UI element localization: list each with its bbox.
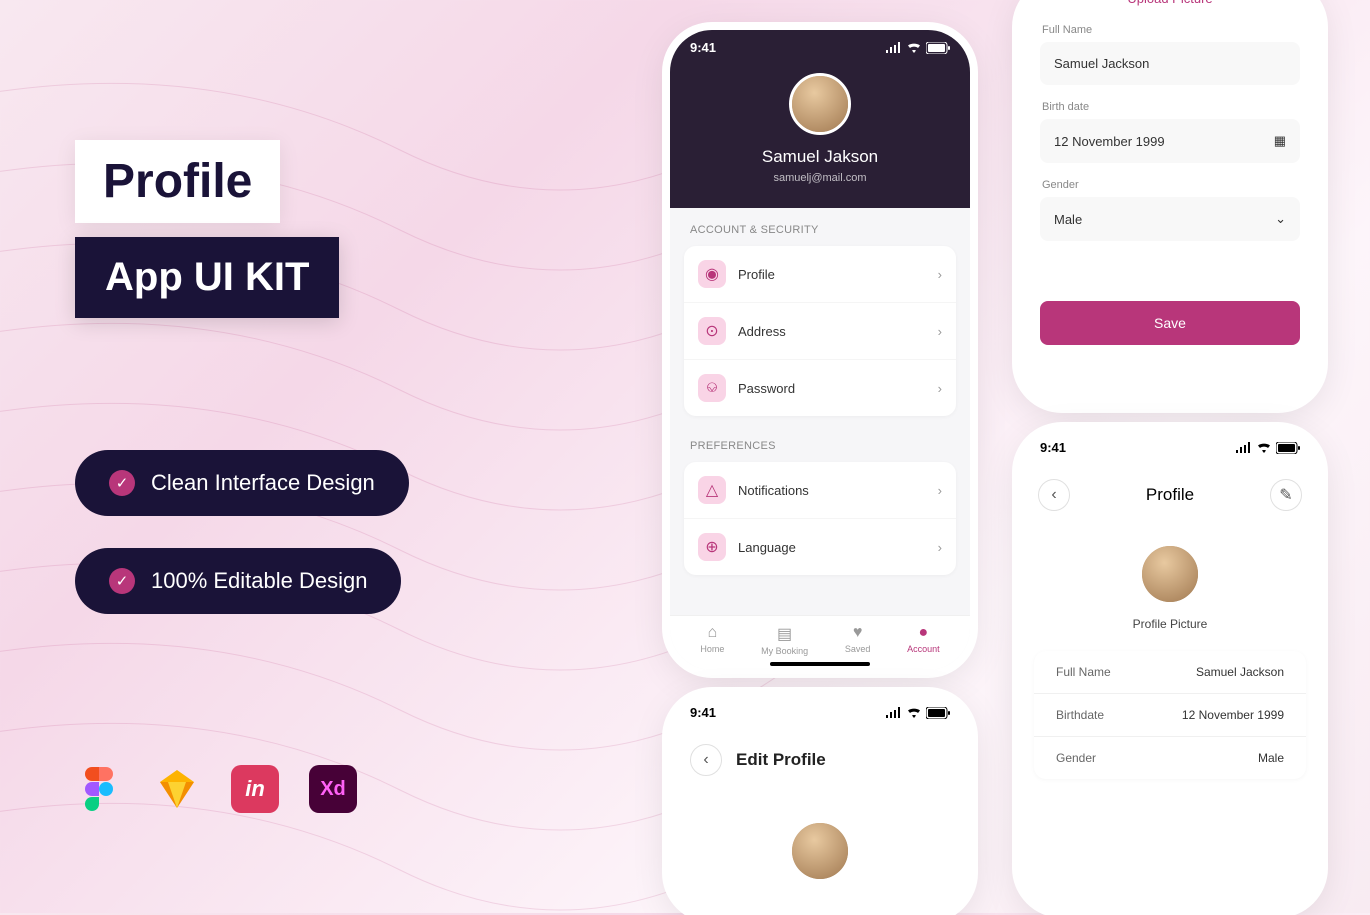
phone-account-screen: 9:41 Samuel Jakson samuelj@mail.com ACCO… [670,30,970,670]
avatar[interactable] [789,820,851,882]
chevron-right-icon: › [938,324,942,339]
status-icons [1235,442,1300,454]
detail-row: Full NameSamuel Jackson [1034,651,1306,693]
edit-button[interactable]: ✎ [1270,479,1302,511]
screen-header: ‹ Profile ✎ [1020,465,1320,525]
tool-icons: in Xd [75,765,357,813]
feature-pills: ✓ Clean Interface Design ✓ 100% Editable… [75,450,409,646]
back-button[interactable]: ‹ [1038,479,1070,511]
feature-text: Clean Interface Design [151,470,375,496]
phone-form-screen: Upload Picture Full Name Samuel Jackson … [1020,0,1320,405]
profile-email: samuelj@mail.com [670,172,970,184]
picture-label: Profile Picture [1020,617,1320,631]
bell-icon: △ [698,476,726,504]
status-bar: 9:41 [670,30,970,65]
status-icons [885,42,950,54]
menu-item-profile[interactable]: ◉Profile› [684,246,956,302]
menu-item-password[interactable]: ⎉Password› [684,359,956,416]
globe-icon: ⊕ [698,533,726,561]
feature-pill: ✓ 100% Editable Design [75,548,401,614]
booking-icon: ▤ [761,624,808,644]
chevron-down-icon: ⌄ [1275,211,1286,227]
invision-icon: in [231,765,279,813]
field-label: Full Name [1020,16,1320,42]
figma-icon [75,765,123,813]
detail-row: Birthdate12 November 1999 [1034,693,1306,736]
status-bar: 9:41 [670,695,970,730]
promo-title-1: Profile [75,140,280,223]
nav-account[interactable]: ●Account [907,624,940,656]
details-card: Full NameSamuel Jackson Birthdate12 Nove… [1034,651,1306,779]
phone-profile-view-screen: 9:41 ‹ Profile ✎ Profile Picture Full Na… [1020,430,1320,910]
feature-text: 100% Editable Design [151,568,367,594]
nav-booking[interactable]: ▤My Booking [761,624,808,656]
gender-select[interactable]: Male⌄ [1040,197,1300,241]
menu-item-language[interactable]: ⊕Language› [684,518,956,575]
profile-header: 9:41 Samuel Jakson samuelj@mail.com [670,30,970,208]
chevron-right-icon: › [938,381,942,396]
status-time: 9:41 [690,40,716,55]
section-title: PREFERENCES [670,424,970,462]
chevron-right-icon: › [938,483,942,498]
screen-title: Edit Profile [736,750,826,770]
xd-icon: Xd [309,765,357,813]
nav-saved[interactable]: ♥Saved [845,624,871,656]
screen-title: Profile [1146,485,1194,505]
avatar[interactable] [1139,543,1201,605]
section-title: ACCOUNT & SECURITY [670,208,970,246]
chevron-right-icon: › [938,267,942,282]
menu-item-address[interactable]: ⊙Address› [684,302,956,359]
pin-icon: ⊙ [698,317,726,345]
lock-icon: ⎉ [698,374,726,402]
fullname-input[interactable]: Samuel Jackson [1040,42,1300,85]
check-icon: ✓ [109,470,135,496]
list-card: △Notifications› ⊕Language› [684,462,956,575]
home-indicator [770,662,870,666]
status-bar: 9:41 [1020,430,1320,465]
phone-edit-profile-screen: 9:41 ‹ Edit Profile [670,695,970,915]
menu-item-notifications[interactable]: △Notifications› [684,462,956,518]
sketch-icon [153,765,201,813]
field-label: Gender [1020,171,1320,197]
calendar-icon: ▦ [1274,133,1286,149]
birthdate-input[interactable]: 12 November 1999▦ [1040,119,1300,163]
profile-name: Samuel Jakson [670,147,970,167]
heart-icon: ♥ [845,624,871,642]
promo-block: Profile App UI KIT [75,140,339,318]
feature-pill: ✓ Clean Interface Design [75,450,409,516]
save-button[interactable]: Save [1040,301,1300,345]
chevron-right-icon: › [938,540,942,555]
screen-header: ‹ Edit Profile [670,730,970,790]
list-card: ◉Profile› ⊙Address› ⎉Password› [684,246,956,416]
promo-title-2: App UI KIT [75,237,339,318]
status-icons [885,707,950,719]
status-time: 9:41 [1040,440,1066,455]
nav-home[interactable]: ⌂Home [700,624,724,656]
home-icon: ⌂ [700,624,724,642]
avatar[interactable] [789,73,851,135]
status-time: 9:41 [690,705,716,720]
detail-row: GenderMale [1034,736,1306,779]
check-icon: ✓ [109,568,135,594]
user-icon: ◉ [698,260,726,288]
back-button[interactable]: ‹ [690,744,722,776]
field-label: Birth date [1020,93,1320,119]
user-icon: ● [907,624,940,642]
upload-picture-link[interactable]: Upload Picture [1020,0,1320,16]
